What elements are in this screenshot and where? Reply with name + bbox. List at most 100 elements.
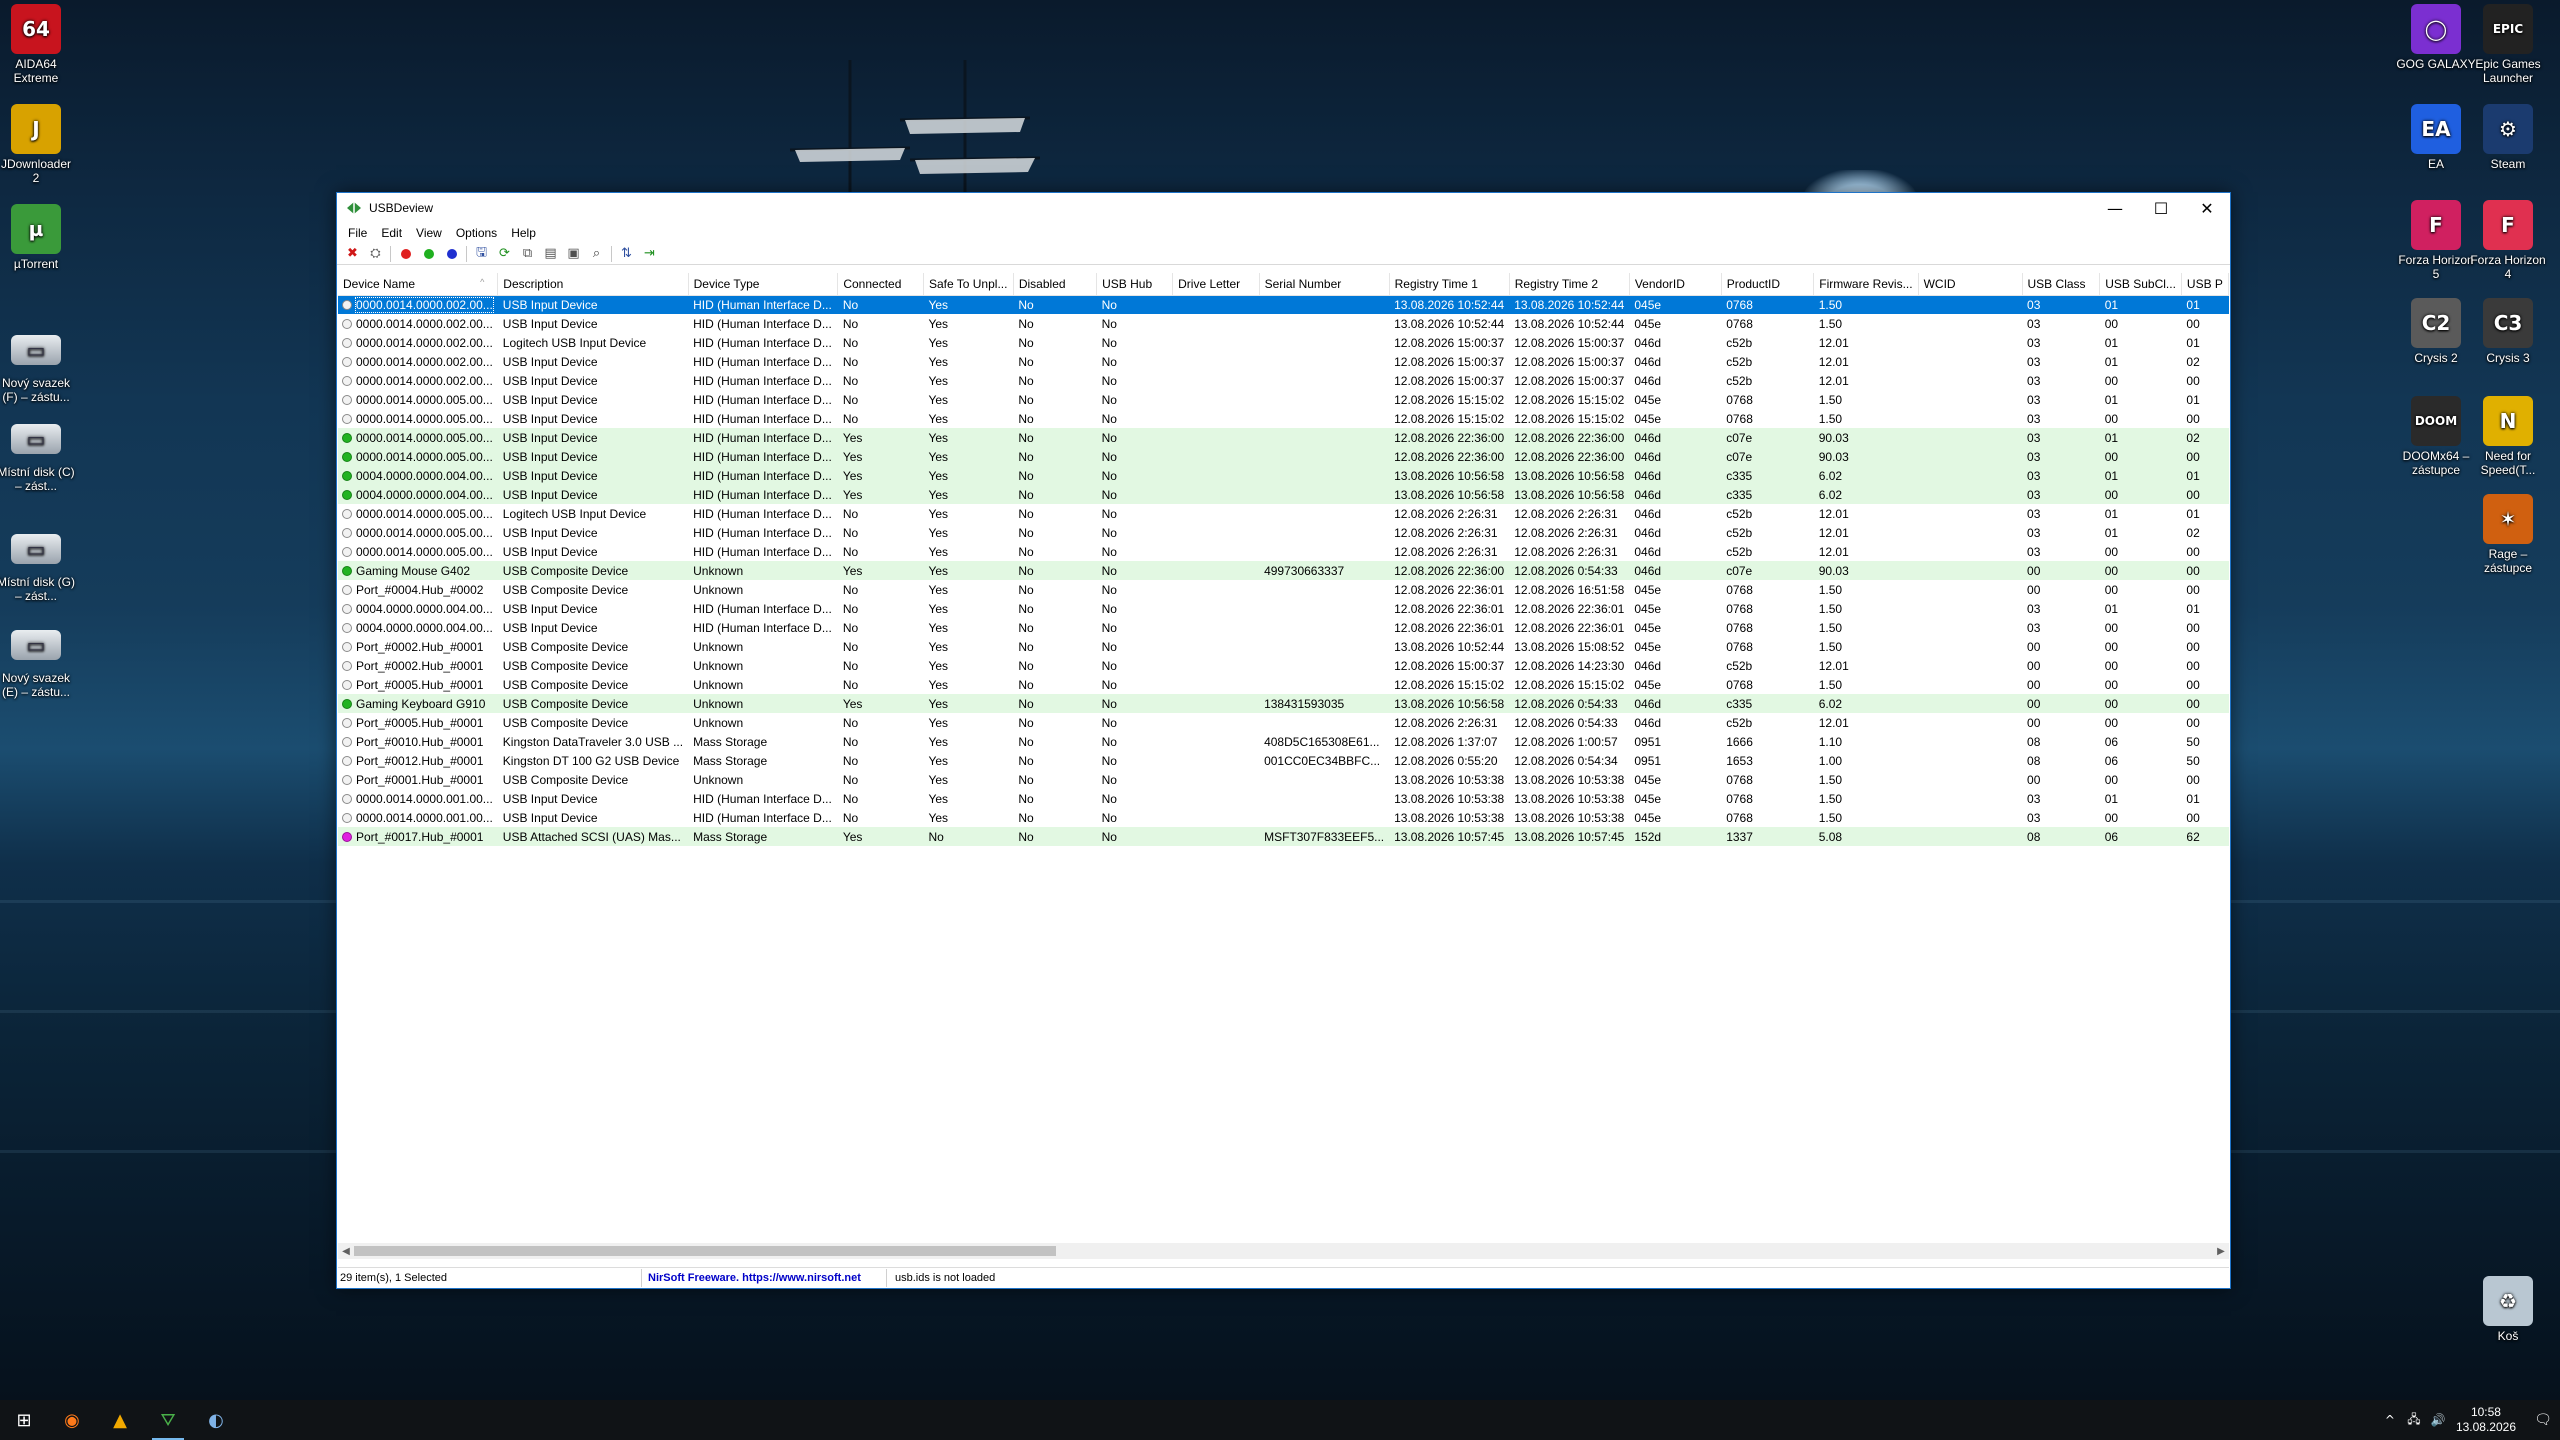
windows-start-icon[interactable]: ⊞: [0, 1400, 48, 1440]
table-row[interactable]: Port_#0017.Hub_#0001 USB Attached SCSI (U…: [338, 827, 2229, 846]
table-row[interactable]: Gaming Keyboard G910 USB Composite Device…: [338, 694, 2229, 713]
desktop-icon-forza-horizon-4[interactable]: F Forza Horizon 4: [2468, 200, 2548, 281]
desktop-icon-doomx64-z-stupce[interactable]: DOOM DOOMx64 – zástupce: [2396, 396, 2476, 477]
avast-icon[interactable]: ▲: [96, 1400, 144, 1440]
desktop-icon-m-stn-disk-c-z-st[interactable]: ▭ Místní disk (C) – zást...: [0, 412, 76, 493]
scroll-right-arrow-icon[interactable]: ▶: [2213, 1243, 2229, 1259]
properties-icon[interactable]: ▣: [562, 244, 585, 264]
table-row[interactable]: 0000.0014.0000.005.00... USB Input Device…: [338, 390, 2229, 409]
disconnect-icon[interactable]: ✖: [341, 244, 364, 264]
desktop-icon-gog-galaxy[interactable]: ◯ GOG GALAXY: [2396, 4, 2476, 71]
menu-view[interactable]: View: [409, 226, 449, 240]
column-header-registry-time-1[interactable]: Registry Time 1: [1389, 273, 1510, 296]
column-header-drive-letter[interactable]: Drive Letter: [1172, 273, 1260, 296]
table-row[interactable]: 0000.0014.0000.001.00... USB Input Device…: [338, 789, 2229, 808]
scroll-left-arrow-icon[interactable]: ◀: [338, 1243, 354, 1259]
table-row[interactable]: 0000.0014.0000.005.00... Logitech USB Inp…: [338, 504, 2229, 523]
desktop-icon-forza-horizon-5[interactable]: F Forza Horizon 5: [2396, 200, 2476, 281]
desktop-icon-ko[interactable]: ♻ Koš: [2468, 1276, 2548, 1343]
table-row[interactable]: 0004.0000.0000.004.00... USB Input Device…: [338, 466, 2229, 485]
disable-dot-icon[interactable]: [394, 244, 417, 264]
table-row[interactable]: 0004.0000.0000.004.00... USB Input Device…: [338, 485, 2229, 504]
usbdeview-icon[interactable]: ⛛: [144, 1400, 192, 1440]
desktop-icon-torrent[interactable]: µ µTorrent: [0, 204, 76, 271]
table-row[interactable]: Port_#0002.Hub_#0001 USB Composite Device…: [338, 637, 2229, 656]
column-header-device-type[interactable]: Device Type: [688, 273, 839, 296]
menu-edit[interactable]: Edit: [374, 226, 409, 240]
table-row[interactable]: 0000.0014.0000.005.00... USB Input Device…: [338, 523, 2229, 542]
column-header-usb-hub[interactable]: USB Hub: [1096, 273, 1174, 296]
column-header-device-name[interactable]: Device Name ^: [338, 273, 499, 296]
table-row[interactable]: 0000.0014.0000.005.00... USB Input Device…: [338, 542, 2229, 561]
table-row[interactable]: Gaming Mouse G402 USB Composite Device Unk…: [338, 561, 2229, 580]
desktop-icon-steam[interactable]: ⚙ Steam: [2468, 104, 2548, 171]
column-header-wcid[interactable]: WCID: [1918, 273, 2023, 296]
device-list[interactable]: Device Name ^ Description Device Type Connec…: [338, 273, 2229, 1243]
refresh-icon[interactable]: ⟳: [493, 244, 516, 264]
table-row[interactable]: 0000.0014.0000.002.00... USB Input Device…: [338, 295, 2229, 314]
desktop-icon-need-for-speed-t[interactable]: N Need for Speed(T...: [2468, 396, 2548, 477]
minimize-button[interactable]: —: [2092, 193, 2138, 223]
table-row[interactable]: Port_#0001.Hub_#0001 USB Composite Device…: [338, 770, 2229, 789]
dot-blue-icon[interactable]: [440, 244, 463, 264]
desktop-icon-nov-svazek-e-z-stu[interactable]: ▭ Nový svazek (E) – zástu...: [0, 618, 76, 699]
column-header-serial-number[interactable]: Serial Number: [1259, 273, 1390, 296]
notification-icon[interactable]: 🗨: [2526, 1412, 2560, 1428]
maximize-button[interactable]: ☐: [2138, 193, 2184, 223]
table-row[interactable]: 0000.0014.0000.001.00... USB Input Device…: [338, 808, 2229, 827]
hwinfo-icon[interactable]: ◐: [192, 1400, 240, 1440]
network-icon[interactable]: 🖧: [2402, 1410, 2426, 1431]
desktop-icon-rage-z-stupce[interactable]: ✶ Rage – zástupce: [2468, 494, 2548, 575]
tray-chevron-icon[interactable]: ^: [2378, 1413, 2402, 1427]
desktop-icon-epic-games-launcher[interactable]: EPIC Epic Games Launcher: [2468, 4, 2548, 85]
table-row[interactable]: 0000.0014.0000.005.00... USB Input Device…: [338, 447, 2229, 466]
table-row[interactable]: 0000.0014.0000.005.00... USB Input Device…: [338, 409, 2229, 428]
menu-options[interactable]: Options: [449, 226, 504, 240]
uninstall-icon[interactable]: ⛭: [364, 244, 387, 264]
table-row[interactable]: 0000.0014.0000.002.00... USB Input Device…: [338, 314, 2229, 333]
close-button[interactable]: ✕: [2184, 193, 2230, 223]
table-row[interactable]: Port_#0012.Hub_#0001 Kingston DT 100 G2 U…: [338, 751, 2229, 770]
desktop-icon-jdownloader-2[interactable]: J JDownloader 2: [0, 104, 76, 185]
report-icon[interactable]: ▤: [539, 244, 562, 264]
column-header-usb-p[interactable]: USB P: [2181, 273, 2229, 296]
find-icon[interactable]: ⌕: [585, 244, 608, 264]
enable-dot-icon[interactable]: [417, 244, 440, 264]
desktop-icon-nov-svazek-f-z-stu[interactable]: ▭ Nový svazek (F) – zástu...: [0, 323, 76, 404]
menu-file[interactable]: File: [341, 226, 374, 240]
desktop-icon-crysis-2[interactable]: C2 Crysis 2: [2396, 298, 2476, 365]
table-row[interactable]: Port_#0010.Hub_#0001 Kingston DataTravele…: [338, 732, 2229, 751]
desktop-icon-aida64-extreme[interactable]: 64 AIDA64 Extreme: [0, 4, 76, 85]
save-icon[interactable]: 🖫: [470, 244, 493, 264]
exit-icon[interactable]: ⇥: [638, 244, 661, 264]
nirsoft-link[interactable]: NirSoft Freeware. https://www.nirsoft.ne…: [642, 1268, 887, 1287]
table-row[interactable]: 0004.0000.0000.004.00... USB Input Device…: [338, 599, 2229, 618]
column-header-description[interactable]: Description: [497, 273, 689, 296]
column-header-firmware-revis[interactable]: Firmware Revis...: [1813, 273, 1919, 296]
table-row[interactable]: 0000.0014.0000.005.00... USB Input Device…: [338, 428, 2229, 447]
table-row[interactable]: Port_#0005.Hub_#0001 USB Composite Device…: [338, 675, 2229, 694]
usbdeview-window[interactable]: USBDeview — ☐ ✕ File Edit View Options H…: [336, 192, 2231, 1289]
table-row[interactable]: Port_#0004.Hub_#0002 USB Composite Device…: [338, 580, 2229, 599]
table-row[interactable]: 0004.0000.0000.004.00... USB Input Device…: [338, 618, 2229, 637]
sort-icon[interactable]: ⇅: [615, 244, 638, 264]
column-header-productid[interactable]: ProductID: [1721, 273, 1815, 296]
column-header-safe-to-unpl[interactable]: Safe To Unpl...: [923, 273, 1014, 296]
desktop-icon-ea[interactable]: EA EA: [2396, 104, 2476, 171]
desktop-icon-crysis-3[interactable]: C3 Crysis 3: [2468, 298, 2548, 365]
column-header-vendorid[interactable]: VendorID: [1629, 273, 1722, 296]
firefox-icon[interactable]: ◉: [48, 1400, 96, 1440]
column-header-disabled[interactable]: Disabled: [1013, 273, 1098, 296]
horizontal-scrollbar[interactable]: ◀ ▶: [338, 1243, 2229, 1259]
table-row[interactable]: Port_#0002.Hub_#0001 USB Composite Device…: [338, 656, 2229, 675]
clock[interactable]: 10:58 13.08.2026: [2456, 1405, 2516, 1435]
column-header-connected[interactable]: Connected: [837, 273, 924, 296]
copy-icon[interactable]: ⧉: [516, 244, 539, 264]
title-bar[interactable]: USBDeview — ☐ ✕: [337, 193, 2230, 223]
column-header-usb-subcl[interactable]: USB SubCl...: [2099, 273, 2182, 296]
column-header-usb-class[interactable]: USB Class: [2022, 273, 2101, 296]
table-row[interactable]: Port_#0005.Hub_#0001 USB Composite Device…: [338, 713, 2229, 732]
column-header-registry-time-2[interactable]: Registry Time 2: [1509, 273, 1630, 296]
table-row[interactable]: 0000.0014.0000.002.00... Logitech USB Inp…: [338, 333, 2229, 352]
table-row[interactable]: 0000.0014.0000.002.00... USB Input Device…: [338, 352, 2229, 371]
